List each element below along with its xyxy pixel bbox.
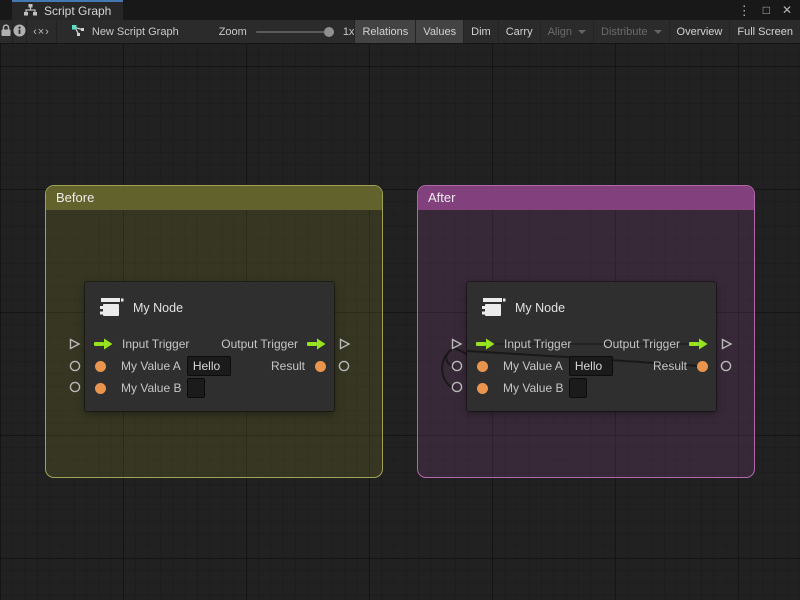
input-trigger-label: Input Trigger <box>122 337 189 351</box>
value-b-port-row: My Value B <box>475 377 708 399</box>
value-b-port-row: My Value B <box>93 377 326 399</box>
external-value-a-port[interactable] <box>451 360 463 372</box>
result-port[interactable] <box>697 361 708 372</box>
info-button[interactable] <box>13 20 27 43</box>
group-after[interactable]: After <box>417 185 755 478</box>
graph-hierarchy-icon <box>24 4 37 19</box>
external-value-b-port[interactable] <box>451 381 463 393</box>
trigger-port-row: Input Trigger Output Trigger <box>475 333 708 355</box>
zoom-control: Zoom 1x <box>219 20 355 43</box>
carry-toggle[interactable]: Carry <box>498 20 540 43</box>
window-tab-bar: Script Graph ⋮ □ ✕ <box>0 0 800 20</box>
graph-toolbar: ‹×› New Script Graph Zoom 1x Relations V… <box>0 20 800 44</box>
script-graph-window: Script Graph ⋮ □ ✕ <box>0 0 800 600</box>
more-menu-icon[interactable]: ⋮ <box>738 4 751 17</box>
external-value-a-port[interactable] <box>69 360 81 372</box>
chevron-down-icon <box>578 30 586 34</box>
script-graph-asset-icon <box>71 24 85 40</box>
external-output-trigger-port[interactable] <box>338 337 351 351</box>
zoom-slider-handle[interactable] <box>324 27 334 37</box>
external-value-b-port[interactable] <box>69 381 81 393</box>
value-a-port-row: My Value A Result <box>475 355 708 377</box>
chevron-down-icon <box>654 30 662 34</box>
distribute-dropdown[interactable]: Distribute <box>593 20 668 43</box>
maximize-icon[interactable]: □ <box>763 4 770 16</box>
zoom-value: 1x <box>343 26 355 38</box>
unit-icon <box>98 293 124 324</box>
full-screen-button[interactable]: Full Screen <box>729 20 800 43</box>
node-my-node-after[interactable]: My Node Input Trigger Output Trigger <box>467 282 716 411</box>
value-a-port[interactable] <box>95 361 106 372</box>
value-a-label: My Value A <box>503 359 563 373</box>
align-dropdown[interactable]: Align <box>540 20 593 43</box>
result-label: Result <box>271 359 305 373</box>
result-port[interactable] <box>315 361 326 372</box>
input-trigger-label: Input Trigger <box>504 337 571 351</box>
lock-button[interactable] <box>0 20 13 43</box>
toolbar-toggle-group: Relations Values Dim Carry Align Distrib… <box>354 20 800 43</box>
value-a-port[interactable] <box>477 361 488 372</box>
value-b-label: My Value B <box>503 381 563 395</box>
external-result-port[interactable] <box>338 360 350 372</box>
node-my-node-before[interactable]: My Node Input Trigger Output Trigger <box>85 282 334 411</box>
external-input-trigger-port[interactable] <box>450 337 463 351</box>
value-a-input[interactable] <box>187 356 231 376</box>
trigger-port-row: Input Trigger Output Trigger <box>93 333 326 355</box>
output-trigger-label: Output Trigger <box>603 337 680 351</box>
zoom-label: Zoom <box>219 26 247 38</box>
external-result-port[interactable] <box>720 360 732 372</box>
lock-icon <box>0 24 12 40</box>
value-b-label: My Value B <box>121 381 181 395</box>
close-icon[interactable]: ✕ <box>782 4 792 16</box>
relations-toggle[interactable]: Relations <box>354 20 415 43</box>
value-b-input[interactable] <box>187 378 205 398</box>
node-title: My Node <box>515 301 565 315</box>
output-trigger-port[interactable] <box>688 338 708 350</box>
info-icon <box>13 24 26 40</box>
new-script-graph-label: New Script Graph <box>92 26 179 38</box>
group-before-title: Before <box>56 190 94 205</box>
output-trigger-port[interactable] <box>306 338 326 350</box>
external-output-trigger-port[interactable] <box>720 337 733 351</box>
output-trigger-label: Output Trigger <box>221 337 298 351</box>
node-header: My Node <box>480 295 565 321</box>
node-header: My Node <box>98 295 183 321</box>
zoom-slider[interactable] <box>256 31 334 33</box>
tab-script-graph[interactable]: Script Graph <box>12 0 123 20</box>
value-b-input[interactable] <box>569 378 587 398</box>
value-a-input[interactable] <box>569 356 613 376</box>
code-view-button[interactable]: ‹×› <box>27 20 57 43</box>
node-title: My Node <box>133 301 183 315</box>
values-toggle[interactable]: Values <box>415 20 463 43</box>
input-trigger-port[interactable] <box>475 338 495 350</box>
group-before[interactable]: Before My Node <box>45 185 383 478</box>
overview-button[interactable]: Overview <box>669 20 730 43</box>
input-trigger-port[interactable] <box>93 338 113 350</box>
new-script-graph-button[interactable]: New Script Graph <box>57 20 193 43</box>
external-input-trigger-port[interactable] <box>68 337 81 351</box>
graph-canvas[interactable]: Before My Node <box>0 44 800 600</box>
value-a-port-row: My Value A Result <box>93 355 326 377</box>
value-b-port[interactable] <box>95 383 106 394</box>
group-after-header[interactable]: After <box>418 186 754 210</box>
code-icon: ‹×› <box>33 26 50 38</box>
group-before-header[interactable]: Before <box>46 186 382 210</box>
value-a-label: My Value A <box>121 359 181 373</box>
result-label: Result <box>653 359 687 373</box>
unit-icon <box>480 293 506 324</box>
tab-title: Script Graph <box>44 4 111 18</box>
window-controls: ⋮ □ ✕ <box>738 4 800 17</box>
dim-toggle[interactable]: Dim <box>463 20 498 43</box>
group-after-title: After <box>428 190 455 205</box>
value-b-port[interactable] <box>477 383 488 394</box>
